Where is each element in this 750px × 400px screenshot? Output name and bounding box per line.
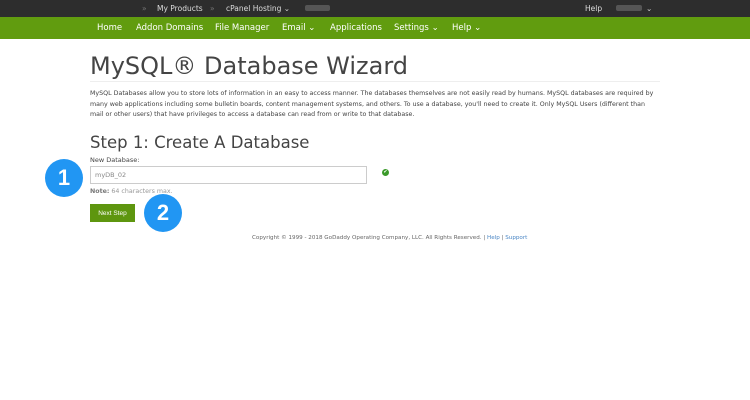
footer-support-link[interactable]: Support (505, 235, 527, 241)
nav-email[interactable]: Email ⌄ (282, 23, 315, 33)
footer: Copyright © 1999 - 2018 GoDaddy Operatin… (252, 235, 527, 241)
nav-home[interactable]: Home (97, 23, 122, 33)
valid-check-icon: ✔ (382, 169, 389, 176)
top-bar: » My Products » cPanel Hosting ⌄ Help ⌄ (0, 0, 750, 17)
nav-applications[interactable]: Applications (330, 23, 382, 33)
breadcrumb-separator: » (142, 4, 147, 13)
new-database-input[interactable] (90, 166, 367, 184)
new-database-label: New Database: (90, 156, 140, 164)
note-label: Note: (90, 188, 110, 195)
footer-separator: | (483, 235, 486, 241)
divider (90, 81, 660, 82)
breadcrumb-separator: » (210, 4, 215, 13)
nav-help[interactable]: Help ⌄ (452, 23, 481, 33)
main-nav: Home Addon Domains File Manager Email ⌄ … (0, 17, 750, 39)
step-title: Step 1: Create A Database (90, 133, 310, 152)
cpanel-hosting-dropdown[interactable]: cPanel Hosting ⌄ (226, 4, 290, 13)
copyright-text: Copyright © 1999 - 2018 GoDaddy Operatin… (252, 235, 482, 241)
step-badge-2: 2 (144, 194, 182, 232)
footer-separator: | (501, 235, 504, 241)
next-step-button[interactable]: Next Step (90, 204, 135, 222)
nav-file-manager[interactable]: File Manager (215, 23, 269, 33)
my-products-link[interactable]: My Products (157, 4, 203, 13)
account-menu[interactable] (616, 5, 642, 11)
redacted-domain (305, 5, 330, 11)
footer-help-link[interactable]: Help (487, 235, 500, 241)
step-badge-1: 1 (45, 159, 83, 197)
nav-settings[interactable]: Settings ⌄ (394, 23, 439, 33)
page-title: MySQL® Database Wizard (90, 52, 409, 80)
nav-addon-domains[interactable]: Addon Domains (136, 23, 203, 33)
help-link[interactable]: Help (585, 4, 602, 13)
description: MySQL Databases allow you to store lots … (90, 90, 654, 118)
chevron-down-icon: ⌄ (646, 4, 653, 13)
